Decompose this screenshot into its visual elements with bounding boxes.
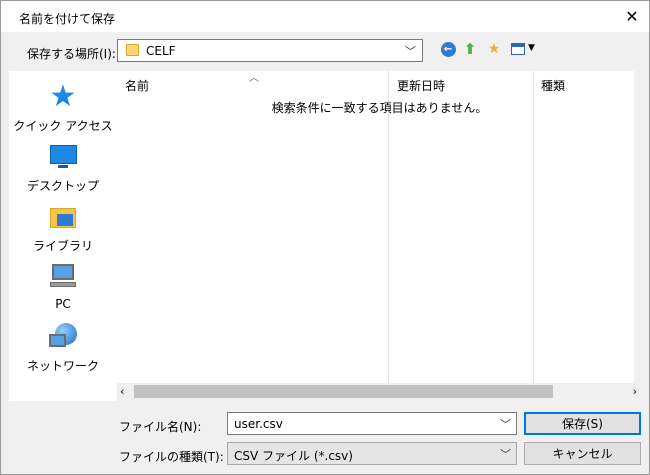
view-menu-button[interactable] <box>508 39 528 59</box>
nav-item-network[interactable]: ネットワーク <box>9 321 117 374</box>
new-folder-icon: ★ <box>487 41 501 57</box>
horizontal-scrollbar[interactable]: ‹ › <box>117 383 642 400</box>
up-folder-button[interactable]: ⬆ <box>460 39 480 59</box>
nav-item-label: ネットワーク <box>26 359 99 373</box>
star-icon: ★ <box>49 79 77 114</box>
column-divider[interactable] <box>533 71 534 383</box>
network-icon <box>47 321 79 353</box>
nav-item-label: ライブラリ <box>32 239 93 253</box>
back-button[interactable]: ← <box>438 39 458 59</box>
caret-down-icon[interactable]: ▼ <box>528 43 535 53</box>
folder-icon <box>126 44 139 56</box>
scroll-left-icon[interactable]: ‹ <box>120 383 124 400</box>
filename-input[interactable]: user.csv <box>227 412 517 435</box>
close-button[interactable]: ✕ <box>615 1 649 32</box>
chevron-down-icon[interactable]: ﹀ <box>500 416 511 432</box>
filetype-select[interactable]: CSV ファイル (*.csv) <box>227 442 517 465</box>
nav-item-label: PC <box>55 297 71 311</box>
chevron-down-icon[interactable]: ﹀ <box>500 446 511 462</box>
file-list: ︿ 名前 更新日時 種類 検索条件に一致する項目はありません。 <box>117 71 642 383</box>
column-header-type[interactable]: 種類 <box>541 77 565 94</box>
library-icon <box>47 201 79 233</box>
column-header-modified[interactable]: 更新日時 <box>397 77 445 94</box>
scroll-thumb[interactable] <box>134 385 553 398</box>
nav-item-label: デスクトップ <box>26 179 99 193</box>
close-icon: ✕ <box>625 7 639 26</box>
filetype-label: ファイルの種類(T): <box>119 450 224 464</box>
nav-item-desktop[interactable]: デスクトップ <box>9 141 117 194</box>
empty-message: 検索条件に一致する項目はありません。 <box>271 101 488 115</box>
back-arrow-icon: ← <box>440 41 456 57</box>
title-bar: 名前を付けて保存 ✕ <box>1 1 649 32</box>
save-as-dialog: 名前を付けて保存 ✕ 保存する場所(I): CELF ﹀ ← ⬆ ★ ▼ ★ ク… <box>0 0 650 475</box>
nav-item-label: クイック アクセス <box>13 119 113 133</box>
desktop-icon <box>47 141 79 173</box>
nav-item-quick-access[interactable]: ★ クイック アクセス <box>9 81 117 134</box>
location-value: CELF <box>146 44 176 58</box>
nav-item-pc[interactable]: PC <box>9 261 117 311</box>
column-header-name[interactable]: 名前 <box>125 77 149 94</box>
up-folder-icon: ⬆ <box>463 40 477 58</box>
cancel-button[interactable]: キャンセル <box>524 442 641 465</box>
chevron-down-icon[interactable]: ﹀ <box>405 43 416 59</box>
save-button[interactable]: 保存(S) <box>524 412 641 435</box>
window-title: 名前を付けて保存 <box>19 12 116 26</box>
new-folder-button[interactable]: ★ <box>484 39 504 59</box>
pc-icon <box>47 261 79 293</box>
scroll-right-icon[interactable]: › <box>633 383 637 400</box>
nav-item-library[interactable]: ライブラリ <box>9 201 117 254</box>
location-combobox[interactable]: CELF ﹀ <box>117 39 423 62</box>
filename-label: ファイル名(N): <box>119 420 202 434</box>
location-label: 保存する場所(I): <box>27 47 116 61</box>
view-grid-icon <box>511 43 525 55</box>
vertical-scrollbar[interactable] <box>634 71 642 383</box>
navigation-pane: ★ クイック アクセス デスクトップ ライブラリ PC ネットワーク <box>9 71 117 401</box>
column-divider[interactable] <box>388 71 389 383</box>
sort-ascending-icon: ︿ <box>249 73 259 84</box>
